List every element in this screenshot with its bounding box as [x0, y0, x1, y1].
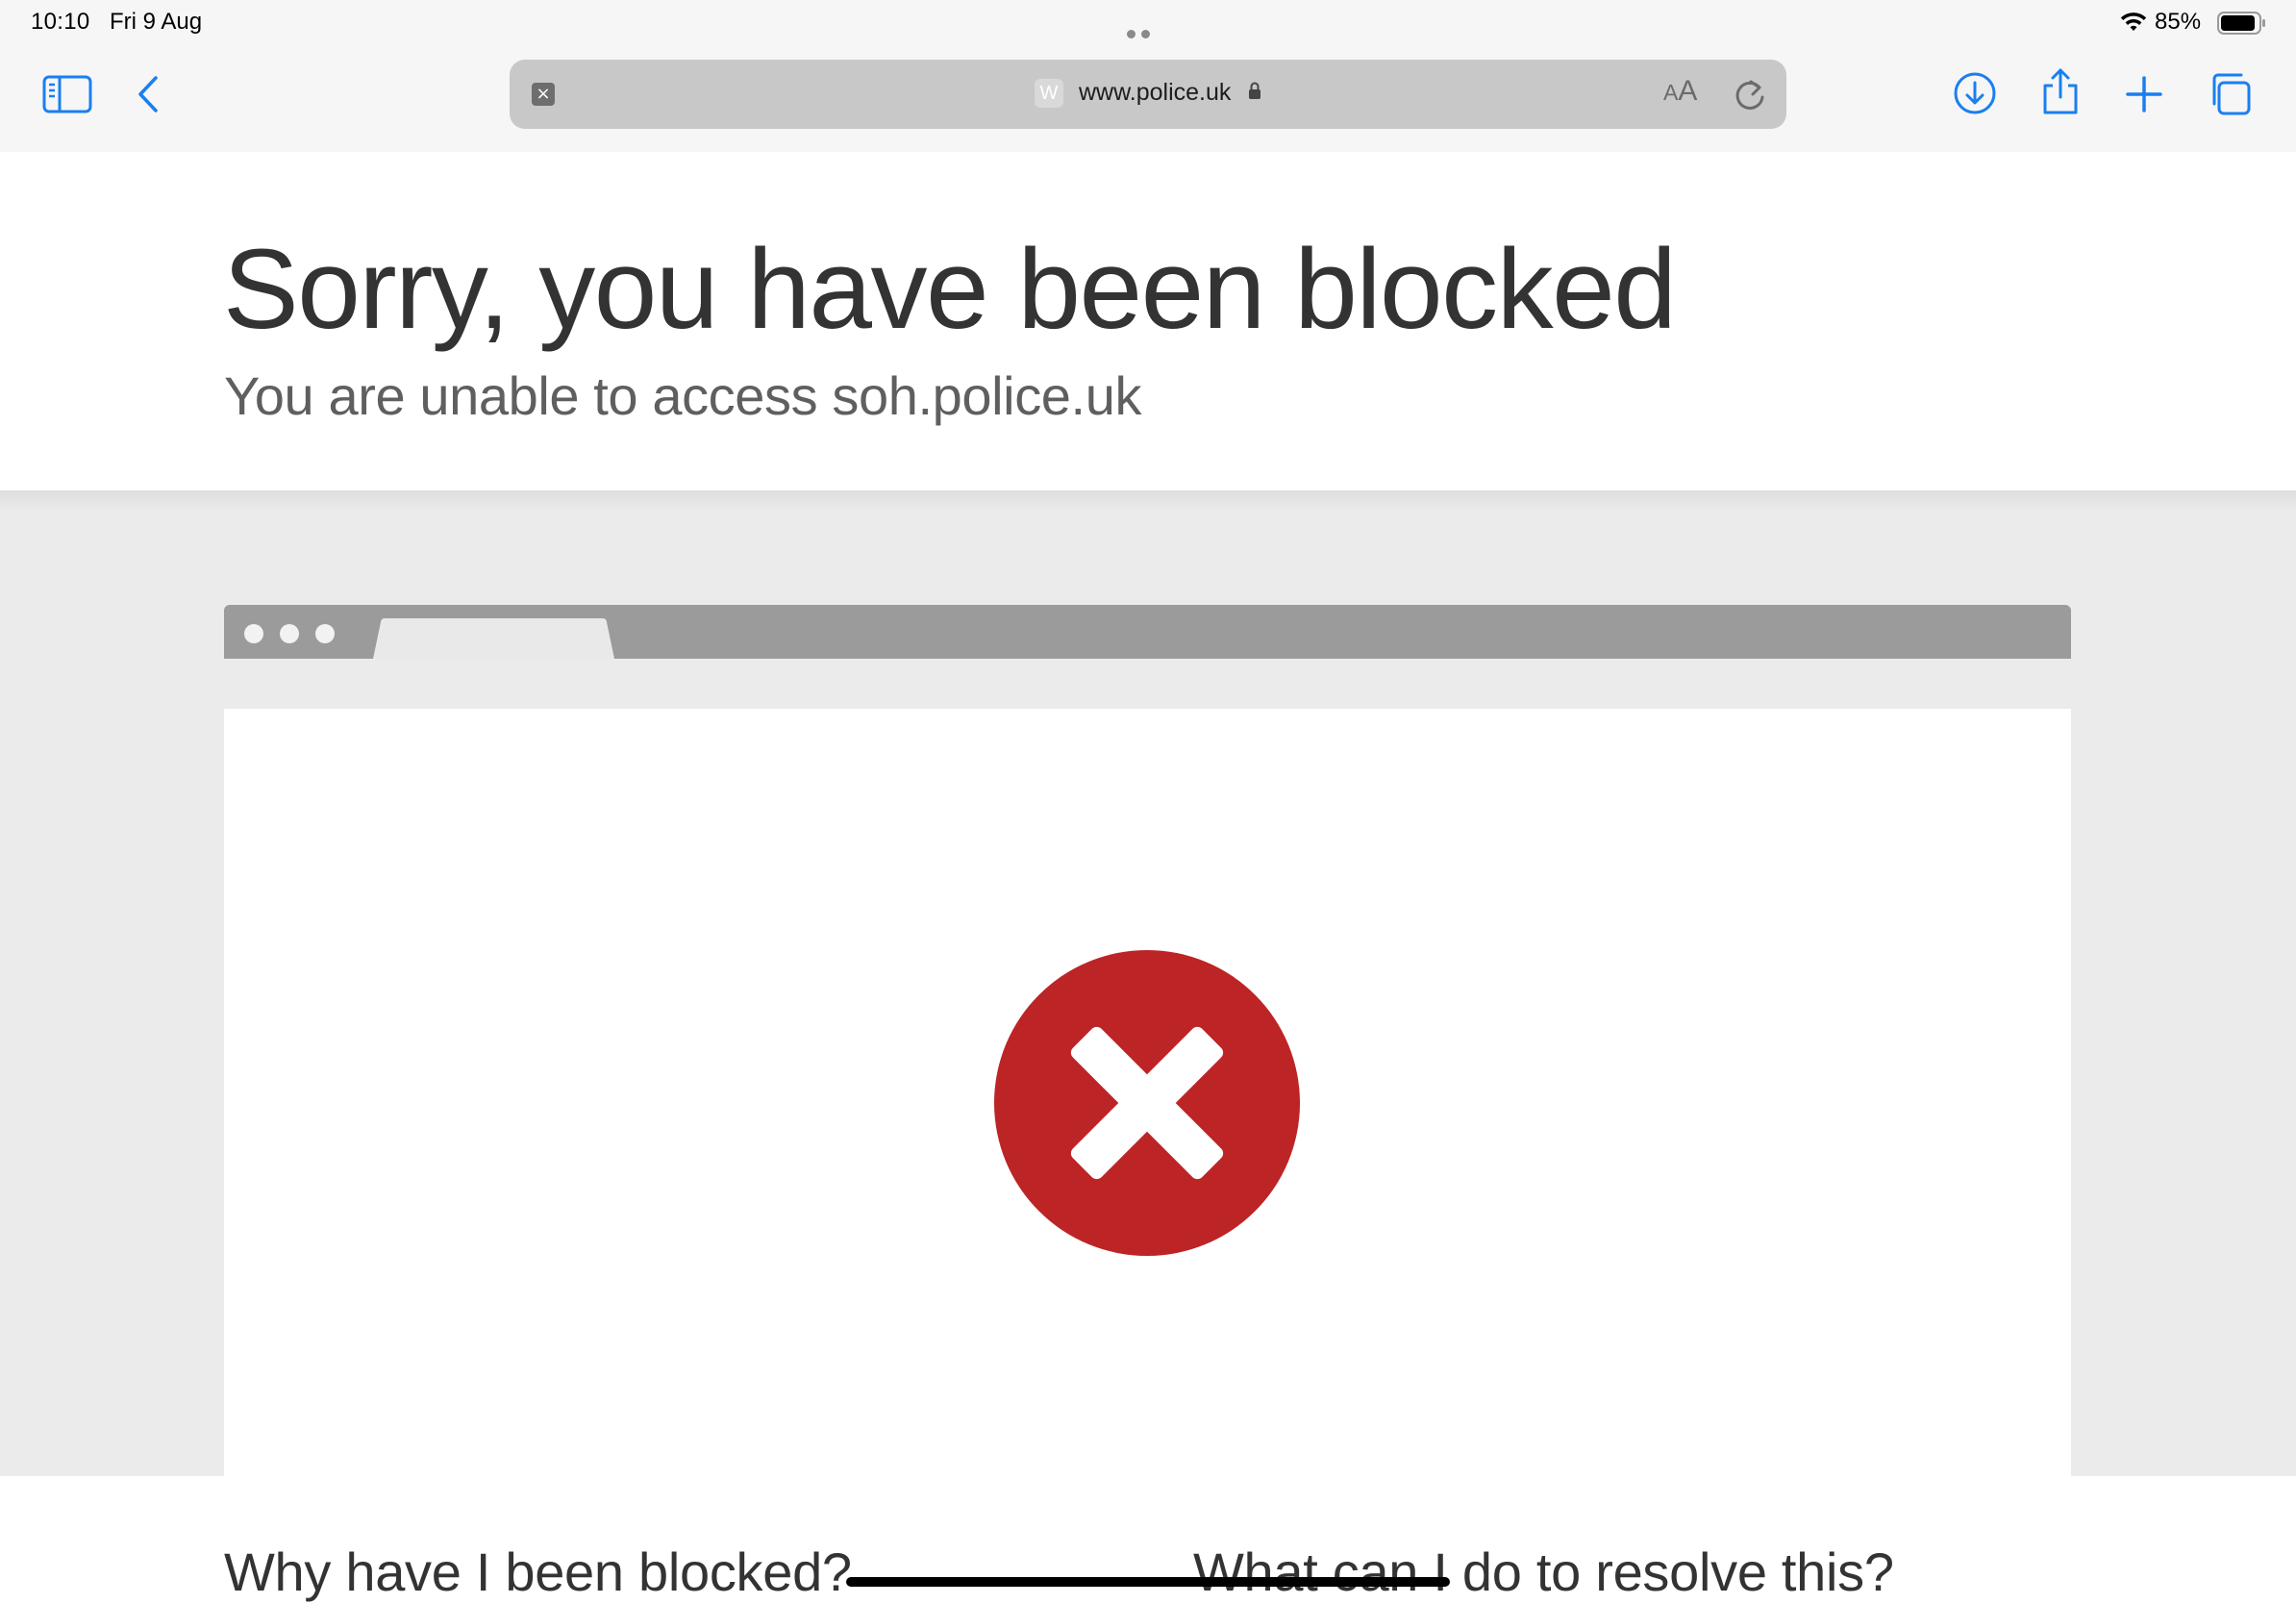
illustration-dot [280, 624, 299, 643]
illustration-tab [373, 618, 614, 659]
home-indicator[interactable] [846, 1577, 1450, 1587]
page-header: Sorry, you have been blocked You are una… [0, 152, 2296, 490]
reader-settings-button[interactable]: AA [1663, 75, 1697, 108]
illustration-dot [315, 624, 335, 643]
page-subtitle: You are unable to access soh.police.uk [224, 365, 1142, 426]
battery-icon [2217, 12, 2265, 35]
wifi-icon [2120, 13, 2147, 31]
illustration-dot [244, 624, 263, 643]
download-icon[interactable] [1953, 71, 1997, 115]
battery-percent: 85% [2155, 9, 2202, 35]
status-time: 10:10 [31, 9, 90, 35]
reload-icon[interactable] [1733, 76, 1767, 113]
new-tab-icon[interactable] [2125, 75, 2163, 113]
page-title: Sorry, you have been blocked [223, 226, 1677, 353]
lock-icon [1249, 82, 1260, 99]
status-date: Fri 9 Aug [110, 9, 203, 35]
status-bar: 10:10 Fri 9 Aug 85% [0, 0, 2296, 65]
error-x-icon [994, 950, 1300, 1256]
share-icon[interactable] [2040, 67, 2081, 115]
sidebar-icon[interactable] [42, 75, 92, 113]
tab-overview-icon[interactable] [2207, 71, 2253, 117]
back-icon[interactable] [135, 75, 163, 113]
reader-label-small: A [1663, 80, 1679, 105]
url-text[interactable]: www.police.uk [1079, 79, 1231, 107]
why-blocked-heading: Why have I been blocked? [224, 1541, 852, 1602]
illustration-area [0, 490, 2296, 1476]
multitasking-dots-icon[interactable] [1127, 18, 1169, 65]
address-bar[interactable]: × W www.police.uk AA [510, 60, 1786, 129]
resolve-heading: What can I do to resolve this? [1193, 1541, 1894, 1602]
browser-toolbar: × W www.police.uk AA [0, 44, 2296, 152]
illustration-browser-bar [224, 605, 2071, 659]
illustration-window [224, 709, 2071, 1476]
site-favicon: W [1035, 79, 1063, 108]
reader-label-large: A [1678, 75, 1698, 107]
close-tab-icon[interactable]: × [532, 83, 555, 106]
